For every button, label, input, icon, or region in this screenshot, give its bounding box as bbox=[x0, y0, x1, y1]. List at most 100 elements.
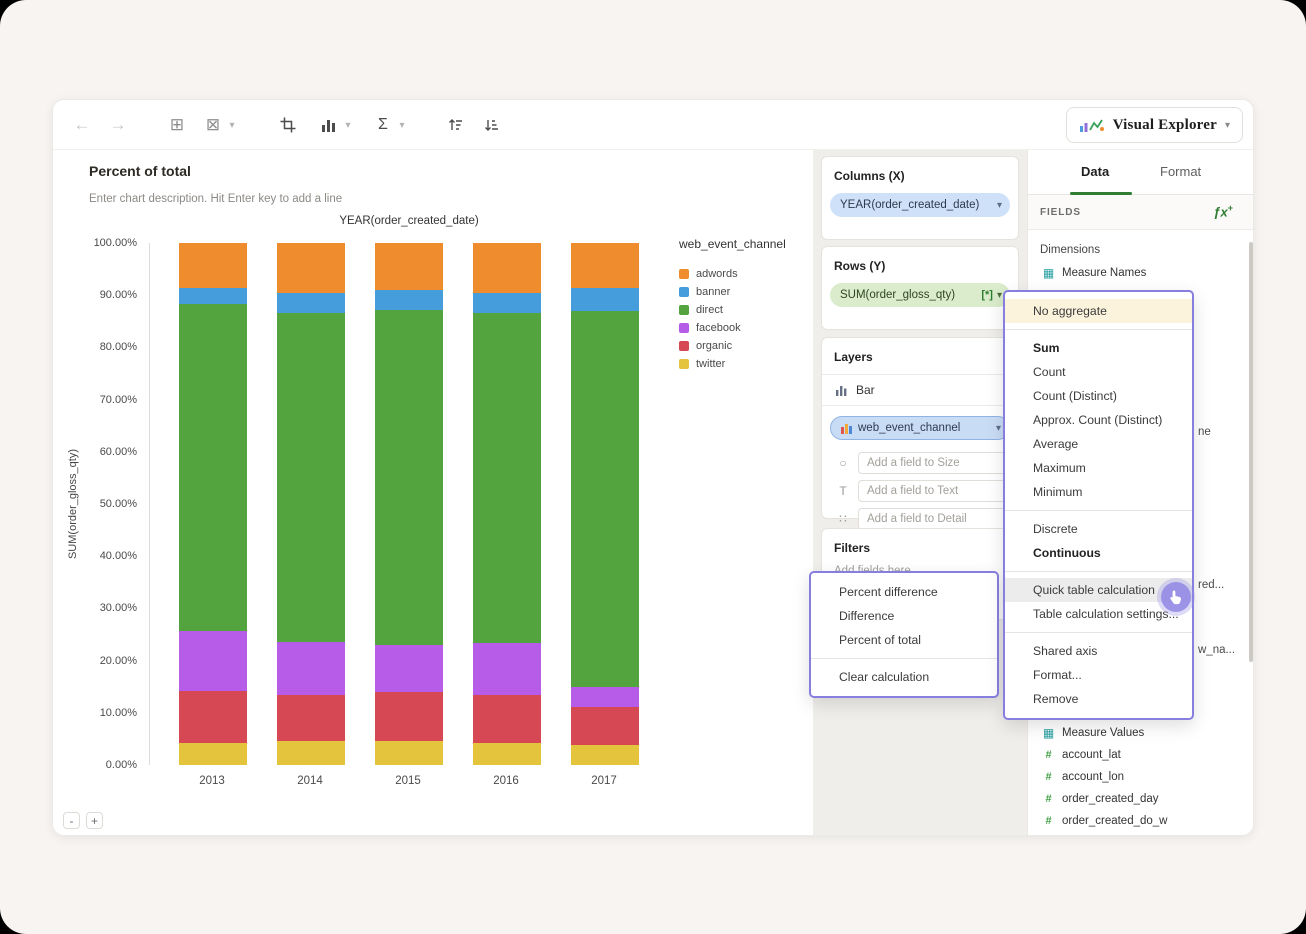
zoom-out-button[interactable]: - bbox=[63, 812, 80, 829]
remove-chart-dropdown[interactable]: ▾ bbox=[225, 100, 239, 150]
tab-data[interactable]: Data bbox=[1081, 164, 1109, 179]
bar-segment-organic[interactable] bbox=[571, 707, 639, 746]
chart-type-button[interactable] bbox=[316, 100, 342, 150]
bar-segment-adwords[interactable] bbox=[277, 243, 345, 294]
bar-segment-twitter[interactable] bbox=[179, 743, 247, 765]
bar-segment-twitter[interactable] bbox=[473, 743, 541, 765]
add-calculation-button[interactable]: ƒx+ bbox=[1213, 203, 1233, 219]
zoom-in-button[interactable]: + bbox=[86, 812, 103, 829]
chart-title[interactable]: Percent of total bbox=[89, 163, 191, 179]
chart-type-dropdown[interactable]: ▾ bbox=[341, 100, 355, 150]
bar-segment-direct[interactable] bbox=[179, 304, 247, 632]
legend-item-banner[interactable]: banner bbox=[679, 283, 809, 301]
bar-segment-direct[interactable] bbox=[277, 312, 345, 642]
bar-2016[interactable] bbox=[473, 243, 541, 765]
menu-item-sum[interactable]: Sum bbox=[1005, 336, 1192, 360]
menu-item-difference[interactable]: Difference bbox=[811, 604, 997, 628]
bar-segment-banner[interactable] bbox=[473, 293, 541, 313]
detail-field-slot[interactable]: ∷ Add a field to Detail bbox=[822, 508, 1018, 530]
chevron-down-icon[interactable]: ▾ bbox=[996, 423, 1001, 434]
remove-chart-button[interactable]: ⊠ bbox=[200, 100, 226, 150]
x-axis-title: YEAR(order_created_date) bbox=[339, 215, 479, 227]
bar-segment-organic[interactable] bbox=[179, 690, 247, 744]
remove-chart-icon: ⊠ bbox=[205, 115, 221, 134]
bar-segment-adwords[interactable] bbox=[375, 243, 443, 291]
menu-item-count[interactable]: Count bbox=[1005, 360, 1192, 384]
field-item-measure-names[interactable]: ▦ Measure Names bbox=[1028, 262, 1253, 284]
app-switcher-button[interactable]: Visual Explorer ▾ bbox=[1065, 107, 1243, 143]
bar-2015[interactable] bbox=[375, 243, 443, 765]
menu-item-no-aggregate[interactable]: No aggregate bbox=[1005, 299, 1192, 323]
bar-segment-adwords[interactable] bbox=[571, 243, 639, 288]
duplicate-chart-button[interactable]: ⊞ bbox=[164, 100, 190, 150]
aggregate-dropdown[interactable]: ▾ bbox=[395, 100, 409, 150]
legend-item-organic[interactable]: organic bbox=[679, 337, 809, 355]
field-item-measure-values[interactable]: ▦ Measure Values bbox=[1028, 722, 1253, 744]
field-item-account-lat[interactable]: # account_lat bbox=[1028, 744, 1253, 766]
field-item-order-created-day[interactable]: # order_created_day bbox=[1028, 788, 1253, 810]
bar-segment-direct[interactable] bbox=[571, 310, 639, 688]
bar-segment-banner[interactable] bbox=[375, 290, 443, 310]
legend-item-adwords[interactable]: adwords bbox=[679, 265, 809, 283]
fields-header: FIELDS ƒx+ bbox=[1028, 195, 1253, 230]
rows-field-pill[interactable]: SUM(order_gloss_qty) [*] ▾ bbox=[830, 283, 1010, 307]
size-field-slot[interactable]: ○ Add a field to Size bbox=[822, 452, 1018, 474]
legend-item-twitter[interactable]: twitter bbox=[679, 355, 809, 373]
bar-segment-facebook[interactable] bbox=[571, 687, 639, 708]
color-field-pill[interactable]: web_event_channel ▾ bbox=[830, 416, 1010, 440]
chevron-down-icon[interactable]: ▾ bbox=[997, 290, 1002, 301]
bar-segment-organic[interactable] bbox=[473, 695, 541, 744]
sort-ascending-button[interactable] bbox=[442, 100, 468, 150]
crop-tool-button[interactable] bbox=[275, 100, 301, 150]
menu-item-percent-of-total[interactable]: Percent of total bbox=[811, 628, 997, 652]
bar-segment-banner[interactable] bbox=[571, 287, 639, 311]
bar-segment-twitter[interactable] bbox=[277, 741, 345, 765]
bar-segment-twitter[interactable] bbox=[375, 741, 443, 765]
number-icon: # bbox=[1045, 771, 1052, 783]
menu-item-approx-count-distinct[interactable]: Approx. Count (Distinct) bbox=[1005, 408, 1192, 432]
sort-descending-button[interactable] bbox=[478, 100, 504, 150]
text-field-slot[interactable]: T Add a field to Text bbox=[822, 480, 1018, 502]
bar-segment-banner[interactable] bbox=[179, 287, 247, 305]
bar-segment-facebook[interactable] bbox=[375, 644, 443, 692]
field-item-order-created-do-w[interactable]: # order_created_do_w bbox=[1028, 810, 1253, 832]
menu-item-percent-difference[interactable]: Percent difference bbox=[811, 580, 997, 604]
bar-2013[interactable] bbox=[179, 243, 247, 765]
bar-segment-facebook[interactable] bbox=[473, 642, 541, 696]
tab-format[interactable]: Format bbox=[1160, 164, 1201, 179]
bar-segment-adwords[interactable] bbox=[473, 243, 541, 294]
forward-button[interactable]: → bbox=[105, 100, 131, 150]
menu-item-count-distinct[interactable]: Count (Distinct) bbox=[1005, 384, 1192, 408]
bar-segment-twitter[interactable] bbox=[571, 745, 639, 765]
bar-segment-banner[interactable] bbox=[277, 293, 345, 313]
menu-item-remove[interactable]: Remove bbox=[1005, 687, 1192, 711]
bar-segment-direct[interactable] bbox=[375, 309, 443, 645]
field-item-account-lon[interactable]: # account_lon bbox=[1028, 766, 1253, 788]
columns-field-pill[interactable]: YEAR(order_created_date) ▾ bbox=[830, 193, 1010, 217]
menu-item-continuous[interactable]: Continuous bbox=[1005, 541, 1192, 565]
aggregate-button[interactable]: Σ bbox=[370, 100, 396, 150]
bar-2014[interactable] bbox=[277, 243, 345, 765]
bar-segment-adwords[interactable] bbox=[179, 243, 247, 288]
menu-item-format[interactable]: Format... bbox=[1005, 663, 1192, 687]
layer-type-row[interactable]: Bar bbox=[822, 375, 1018, 397]
fields-scrollbar[interactable] bbox=[1249, 242, 1253, 662]
menu-item-shared-axis[interactable]: Shared axis bbox=[1005, 639, 1192, 663]
back-button[interactable]: ← bbox=[69, 100, 95, 150]
legend-item-facebook[interactable]: facebook bbox=[679, 319, 809, 337]
menu-item-average[interactable]: Average bbox=[1005, 432, 1192, 456]
bar-segment-organic[interactable] bbox=[375, 691, 443, 741]
bar-2017[interactable] bbox=[571, 243, 639, 765]
bar-segment-facebook[interactable] bbox=[277, 641, 345, 696]
bar-segment-organic[interactable] bbox=[277, 695, 345, 741]
bar-segment-facebook[interactable] bbox=[179, 631, 247, 691]
chart-description-placeholder[interactable]: Enter chart description. Hit Enter key t… bbox=[89, 193, 342, 205]
menu-item-clear-calculation[interactable]: Clear calculation bbox=[811, 665, 997, 689]
menu-item-maximum[interactable]: Maximum bbox=[1005, 456, 1192, 480]
field-label: account_lat bbox=[1062, 749, 1121, 761]
menu-item-minimum[interactable]: Minimum bbox=[1005, 480, 1192, 504]
chevron-down-icon[interactable]: ▾ bbox=[997, 200, 1002, 211]
legend-item-direct[interactable]: direct bbox=[679, 301, 809, 319]
menu-item-discrete[interactable]: Discrete bbox=[1005, 517, 1192, 541]
bar-segment-direct[interactable] bbox=[473, 312, 541, 643]
